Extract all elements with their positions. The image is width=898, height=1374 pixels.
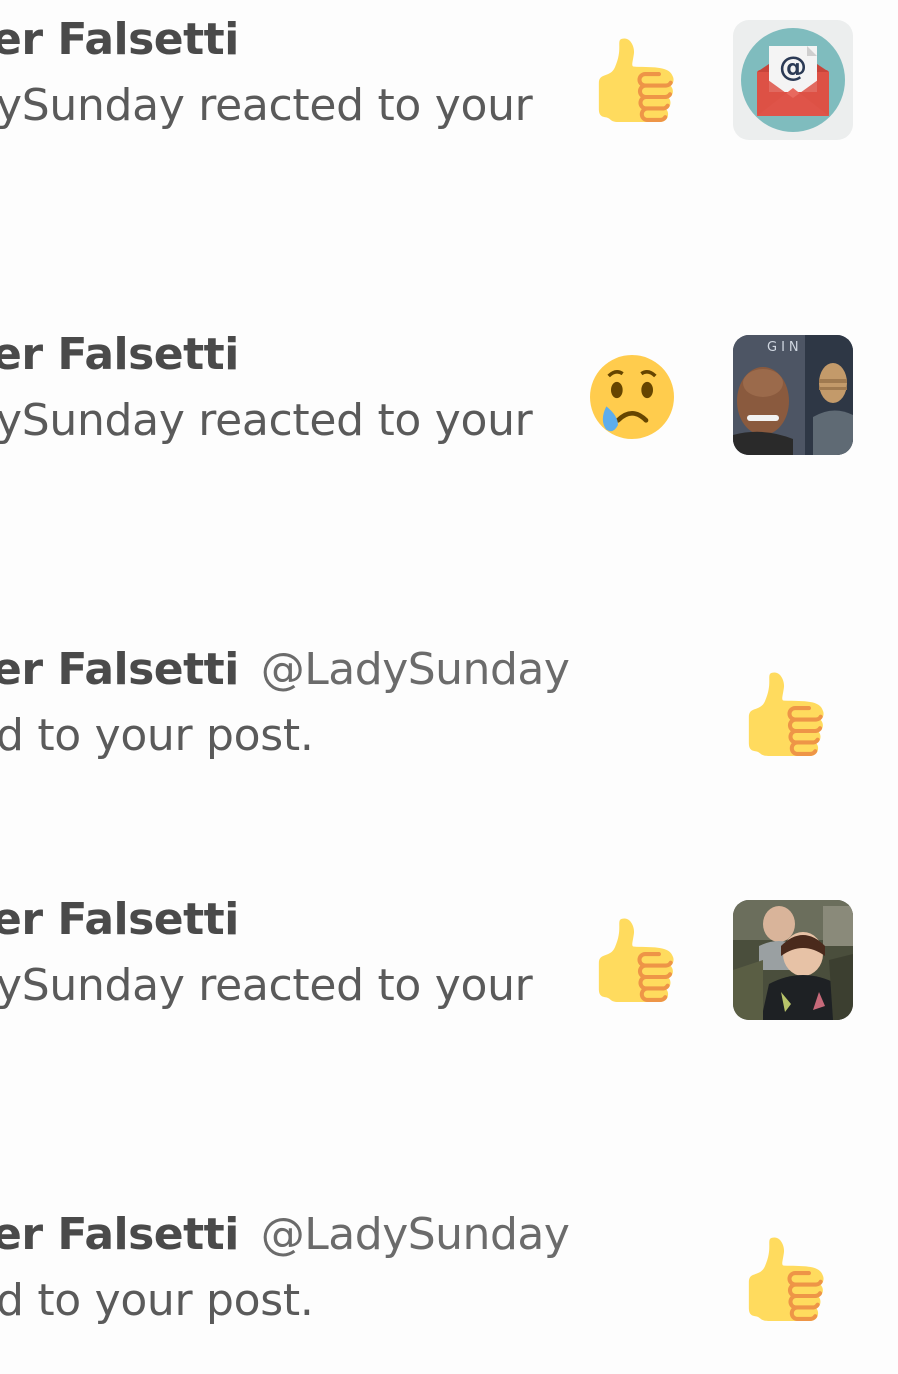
email-icon: @: [741, 28, 845, 132]
thumbs-up-icon: [592, 38, 676, 122]
notification-item[interactable]: er Falsetti ySunday reacted to your @: [0, 0, 898, 210]
thumbs-up-icon: [592, 918, 676, 1002]
photo-star-trek-actor: GIN: [733, 335, 853, 455]
user-handle[interactable]: @LadySunday: [261, 644, 570, 695]
notification-text: ySunday reacted to your: [0, 80, 533, 131]
post-thumbnail[interactable]: @: [733, 20, 853, 140]
notification-feed: er Falsetti ySunday reacted to your @ er…: [0, 0, 898, 1374]
user-name[interactable]: er Falsetti: [0, 644, 239, 695]
notification-item[interactable]: er Falsetti ySunday reacted to your: [0, 880, 898, 1090]
notification-text: ySunday reacted to your: [0, 960, 533, 1011]
notification-header: er Falsetti @LadySunday: [0, 644, 570, 696]
user-handle[interactable]: @LadySunday: [261, 1209, 570, 1260]
crying-face-icon: [590, 355, 674, 439]
notification-text: d to your post.: [0, 1275, 314, 1326]
thumbs-up-icon: [742, 672, 826, 756]
notification-item[interactable]: er Falsetti ySunday reacted to your GIN: [0, 315, 898, 525]
svg-text:@: @: [779, 50, 807, 83]
notification-item[interactable]: er Falsetti @LadySunday d to your post.: [0, 630, 898, 840]
thumbs-up-icon: [742, 1237, 826, 1321]
user-name[interactable]: er Falsetti: [0, 1209, 239, 1260]
notification-header: er Falsetti: [0, 329, 239, 381]
user-name[interactable]: er Falsetti: [0, 329, 239, 380]
notification-header: er Falsetti: [0, 894, 239, 946]
user-name[interactable]: er Falsetti: [0, 14, 239, 65]
post-thumbnail[interactable]: GIN: [733, 335, 853, 455]
svg-text:GIN: GIN: [767, 340, 803, 355]
notification-text: ySunday reacted to your: [0, 395, 533, 446]
notification-header: er Falsetti: [0, 14, 239, 66]
notification-text: d to your post.: [0, 710, 314, 761]
post-thumbnail[interactable]: [733, 900, 853, 1020]
notification-header: er Falsetti @LadySunday: [0, 1209, 570, 1261]
user-name[interactable]: er Falsetti: [0, 894, 239, 945]
notification-item[interactable]: er Falsetti @LadySunday d to your post.: [0, 1195, 898, 1374]
photo-group: [733, 900, 853, 1020]
